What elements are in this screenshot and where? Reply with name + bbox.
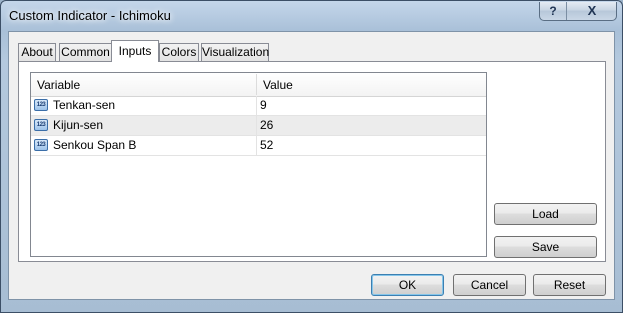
numeric-input-icon: 123 [34,99,48,111]
tab-colors[interactable]: Colors [159,43,199,61]
column-header-variable[interactable]: Variable [37,73,80,96]
variable-name: Kijun-sen [53,118,104,132]
inputs-panel: Variable Value 123 Tenkan-sen 9 123 Kiju… [18,61,606,262]
tab-inputs[interactable]: Inputs [111,40,159,62]
tab-common[interactable]: Common [59,43,112,61]
variable-name: Tenkan-sen [53,98,116,112]
dialog-client-area: About Common Inputs Colors Visualization… [8,31,615,300]
tab-about[interactable]: About [18,43,56,61]
close-button[interactable]: X [567,2,617,20]
table-header: Variable Value [31,73,486,97]
table-row[interactable]: 123 Kijun-sen 26 [31,116,486,136]
variable-value[interactable]: 52 [260,136,273,155]
ok-button[interactable]: OK [371,274,444,296]
reset-button[interactable]: Reset [533,274,606,296]
caption-buttons: ? X [539,2,617,21]
table-row[interactable]: 123 Senkou Span B 52 [31,136,486,156]
numeric-input-icon: 123 [34,119,48,131]
variable-value[interactable]: 9 [260,96,267,115]
inputs-table[interactable]: Variable Value 123 Tenkan-sen 9 123 Kiju… [30,72,487,257]
table-row[interactable]: 123 Tenkan-sen 9 [31,96,486,116]
load-button[interactable]: Load [494,203,597,225]
cell-divider [256,136,257,155]
tab-visualization[interactable]: Visualization [201,43,269,61]
numeric-input-icon: 123 [34,139,48,151]
cell-divider [256,96,257,115]
column-header-value[interactable]: Value [263,73,293,96]
cancel-button[interactable]: Cancel [453,274,526,296]
title-bar[interactable]: Custom Indicator - Ichimoku ? X [1,1,622,31]
cell-divider [256,116,257,135]
variable-value[interactable]: 26 [260,116,273,135]
window-title: Custom Indicator - Ichimoku [9,8,171,23]
save-button[interactable]: Save [494,236,597,258]
variable-name: Senkou Span B [53,138,137,152]
help-button[interactable]: ? [540,2,567,20]
dialog-window: Custom Indicator - Ichimoku ? X About Co… [0,0,623,313]
column-divider[interactable] [256,74,257,95]
